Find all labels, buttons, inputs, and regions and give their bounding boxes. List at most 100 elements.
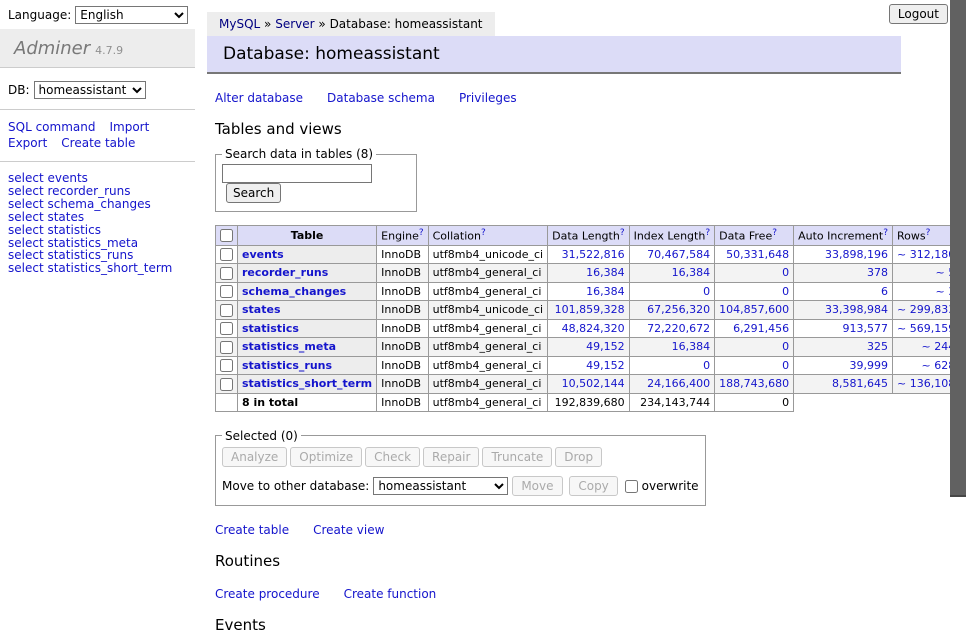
- table-name-link[interactable]: statistics_short_term: [242, 377, 372, 390]
- db-select[interactable]: homeassistant: [34, 81, 146, 99]
- link-database-schema[interactable]: Database schema: [327, 91, 435, 105]
- cell-index-length-link[interactable]: 24,166,400: [647, 377, 710, 390]
- cell-auto-increment-link[interactable]: 325: [867, 340, 888, 353]
- cell-data-free-link[interactable]: 0: [782, 340, 789, 353]
- sidebar-link-create-table[interactable]: Create table: [61, 136, 135, 150]
- row-checkbox[interactable]: [220, 341, 233, 354]
- row-checkbox[interactable]: [220, 285, 233, 298]
- cell-data-length-link[interactable]: 31,522,816: [562, 248, 625, 261]
- tables-grid: TableEngine?Collation?Data Length?Index …: [215, 225, 966, 412]
- column-help-link[interactable]: ?: [620, 228, 625, 238]
- cell-data-free-link[interactable]: 104,857,600: [719, 303, 789, 316]
- row-checkbox[interactable]: [220, 267, 233, 280]
- cell-data-length-link[interactable]: 16,384: [586, 266, 625, 279]
- cell-data-free-link[interactable]: 188,743,680: [719, 377, 789, 390]
- row-checkbox[interactable]: [220, 248, 233, 261]
- link-privileges[interactable]: Privileges: [459, 91, 517, 105]
- repair-button[interactable]: Repair: [423, 447, 479, 467]
- sidebar-table-link[interactable]: select statistics: [8, 224, 187, 237]
- truncate-button[interactable]: Truncate: [482, 447, 552, 467]
- cell-index-length-link[interactable]: 16,384: [672, 266, 711, 279]
- sidebar-table-link[interactable]: select states: [8, 211, 187, 224]
- cell-data-length-link[interactable]: 10,502,144: [562, 377, 625, 390]
- sidebar-table-link[interactable]: select statistics_short_term: [8, 262, 187, 275]
- cell-index-length-link[interactable]: 72,220,672: [647, 322, 710, 335]
- cell-collation: utf8mb4_general_ci: [428, 375, 547, 394]
- cell-data-length-link[interactable]: 48,824,320: [562, 322, 625, 335]
- cell-auto-increment-link[interactable]: 33,398,984: [825, 303, 888, 316]
- cell-index-length-link[interactable]: 0: [703, 359, 710, 372]
- check-button[interactable]: Check: [365, 447, 420, 467]
- sidebar-link-export[interactable]: Export: [8, 136, 47, 150]
- table-name-link[interactable]: recorder_runs: [242, 266, 328, 279]
- cell-auto-increment-link[interactable]: 6: [881, 285, 888, 298]
- table-name-link[interactable]: schema_changes: [242, 285, 346, 298]
- drop-button[interactable]: Drop: [555, 447, 602, 467]
- cell-index-length-link[interactable]: 67,256,320: [647, 303, 710, 316]
- column-help-link[interactable]: ?: [419, 228, 424, 238]
- cell-auto-increment-link[interactable]: 913,577: [843, 322, 889, 335]
- sidebar-table-link[interactable]: select events: [8, 172, 187, 185]
- cell-index-length-link[interactable]: 0: [703, 285, 710, 298]
- search-button[interactable]: Search: [226, 183, 281, 203]
- row-checkbox[interactable]: [220, 304, 233, 317]
- row-checkbox[interactable]: [220, 322, 233, 335]
- move-button[interactable]: Move: [512, 476, 562, 496]
- search-input[interactable]: [222, 164, 372, 183]
- optimize-button[interactable]: Optimize: [290, 447, 362, 467]
- cell-data-length-link[interactable]: 101,859,328: [555, 303, 625, 316]
- sidebar-table-link[interactable]: select schema_changes: [8, 198, 187, 211]
- link-create-procedure[interactable]: Create procedure: [215, 587, 320, 601]
- cell-data-length-link[interactable]: 49,152: [586, 359, 625, 372]
- cell-engine: InnoDB: [377, 245, 428, 264]
- vertical-scrollbar[interactable]: [950, 0, 966, 543]
- row-checkbox[interactable]: [220, 378, 233, 391]
- cell-data-length-link[interactable]: 49,152: [586, 340, 625, 353]
- copy-button[interactable]: Copy: [569, 476, 617, 496]
- cell-rows-estimate-link[interactable]: ~ 569,159: [897, 322, 955, 335]
- sidebar-table-link[interactable]: select recorder_runs: [8, 185, 187, 198]
- cell-data-free-link[interactable]: 6,291,456: [733, 322, 789, 335]
- adminer-logo[interactable]: Adminer4.7.9: [0, 29, 195, 68]
- cell-rows-estimate-link[interactable]: ~ 299,833: [897, 303, 955, 316]
- column-help-link[interactable]: ?: [772, 228, 777, 238]
- table-name-link[interactable]: statistics_meta: [242, 340, 336, 353]
- cell-auto-increment: 378: [794, 264, 893, 283]
- cell-auto-increment-link[interactable]: 378: [867, 266, 888, 279]
- link-alter-database[interactable]: Alter database: [215, 91, 303, 105]
- table-name-link[interactable]: events: [242, 248, 284, 261]
- language-label: Language:: [8, 8, 71, 22]
- column-help-link[interactable]: ?: [705, 228, 710, 238]
- table-name-link[interactable]: statistics: [242, 322, 299, 335]
- cell-auto-increment-link[interactable]: 39,999: [850, 359, 889, 372]
- cell-data-length-link[interactable]: 16,384: [586, 285, 625, 298]
- overwrite-checkbox[interactable]: [625, 480, 638, 493]
- search-fieldset: Search data in tables (8) Search: [215, 147, 417, 212]
- cell-index-length-link[interactable]: 70,467,584: [647, 248, 710, 261]
- link-create-view[interactable]: Create view: [313, 523, 384, 537]
- column-help-link[interactable]: ?: [883, 228, 888, 238]
- column-help-link[interactable]: ?: [926, 228, 931, 238]
- cell-data-free-link[interactable]: 50,331,648: [726, 248, 789, 261]
- language-select[interactable]: English: [75, 6, 188, 24]
- analyze-button[interactable]: Analyze: [222, 447, 287, 467]
- select-all-checkbox[interactable]: [220, 229, 233, 242]
- sidebar-link-import[interactable]: Import: [109, 120, 149, 134]
- column-help-link[interactable]: ?: [481, 228, 486, 238]
- table-name-link[interactable]: statistics_runs: [242, 359, 332, 372]
- link-create-function[interactable]: Create function: [344, 587, 437, 601]
- cell-auto-increment-link[interactable]: 33,898,196: [825, 248, 888, 261]
- row-checkbox[interactable]: [220, 359, 233, 372]
- table-name-link[interactable]: states: [242, 303, 281, 316]
- link-create-table[interactable]: Create table: [215, 523, 289, 537]
- cell-data-free-link[interactable]: 0: [782, 285, 789, 298]
- cell-data-free-link[interactable]: 0: [782, 359, 789, 372]
- cell-data-free-link[interactable]: 0: [782, 266, 789, 279]
- cell-index-length-link[interactable]: 16,384: [672, 340, 711, 353]
- cell-rows-estimate-link[interactable]: ~ 312,180: [897, 248, 955, 261]
- cell-rows-estimate-link[interactable]: ~ 136,108: [897, 377, 955, 390]
- cell-auto-increment-link[interactable]: 8,581,645: [832, 377, 888, 390]
- sidebar-link-sql-command[interactable]: SQL command: [8, 120, 95, 134]
- move-db-select[interactable]: homeassistant: [373, 477, 508, 495]
- scrollbar-thumb[interactable]: [950, 0, 966, 497]
